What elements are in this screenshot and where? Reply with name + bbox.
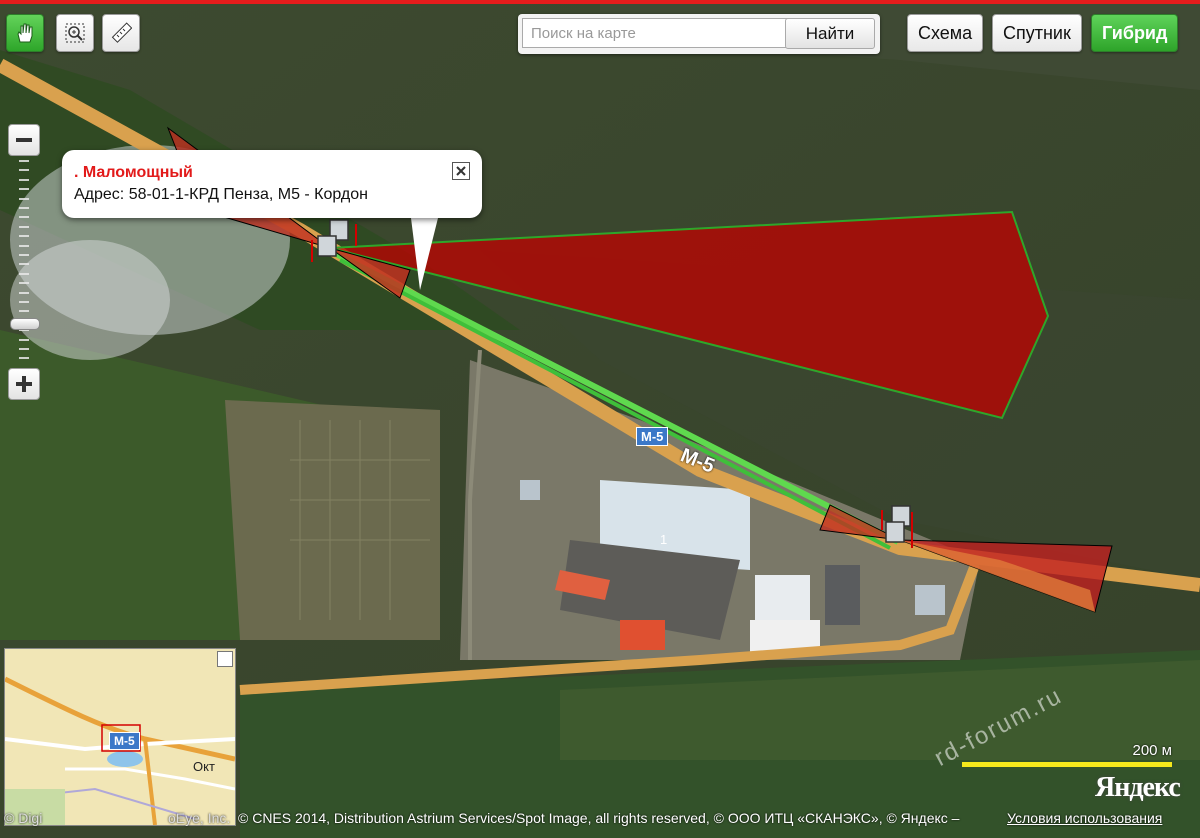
zoom-tick xyxy=(19,310,29,313)
balloon-title: . Маломощный xyxy=(74,164,193,181)
zoom-in-button[interactable] xyxy=(8,368,40,400)
zoom-thumb[interactable] xyxy=(10,317,40,330)
zoom-tick xyxy=(19,207,29,209)
minimap-road-sign: М-5 xyxy=(109,732,140,750)
zoom-tick xyxy=(19,301,29,303)
zoom-control xyxy=(8,120,40,402)
road-sign: М-5 xyxy=(636,427,669,446)
zoom-tick xyxy=(19,263,29,266)
zoom-tick xyxy=(19,357,29,360)
zoom-tick xyxy=(19,178,29,181)
yandex-logo: Яндекс xyxy=(1095,772,1181,803)
zoom-tick xyxy=(19,235,29,238)
layer-hybrid-button[interactable]: Гибрид xyxy=(1091,14,1179,52)
scale-line xyxy=(962,762,1172,767)
info-balloon: . Маломощный Адрес: 58-01-1-КРД Пенза, М… xyxy=(62,150,482,218)
hand-icon xyxy=(17,23,33,43)
search-button[interactable]: Найти xyxy=(785,18,875,49)
ruler-button[interactable] xyxy=(102,14,140,52)
overview-minimap[interactable]: М-5 Окт xyxy=(4,648,236,826)
minimap-place-label: Окт xyxy=(193,759,215,774)
zoom-select-icon xyxy=(65,23,85,43)
zoom-tick xyxy=(19,216,29,219)
balloon-address: Адрес: 58-01-1-КРД Пенза, М5 - Кордон xyxy=(74,186,368,203)
scale-label: 200 м xyxy=(1132,742,1172,759)
zoom-tick xyxy=(19,272,29,275)
zoom-select-button[interactable] xyxy=(56,14,94,52)
layer-satellite-button[interactable]: Спутник xyxy=(992,14,1082,52)
map-view[interactable]: М-5 М-5 1 Найти Схема Спутник Гибрид xyxy=(0,0,1200,838)
plus-icon xyxy=(16,376,32,392)
zoom-tick xyxy=(19,282,29,285)
zoom-tick xyxy=(19,225,29,228)
hand-tool-button[interactable] xyxy=(6,14,44,52)
zoom-slider[interactable] xyxy=(10,156,40,368)
copyright-text: © CNES 2014, Distribution Astrium Servic… xyxy=(238,810,960,826)
ruler-icon xyxy=(111,22,132,43)
zoom-out-button[interactable] xyxy=(8,124,40,156)
zoom-tick xyxy=(19,254,29,256)
zoom-tick xyxy=(19,197,29,200)
top-accent-line xyxy=(0,0,1200,4)
copyright-left: © Digi xyxy=(4,810,43,826)
zoom-tick xyxy=(19,244,29,247)
minus-icon xyxy=(16,138,32,142)
search-input[interactable] xyxy=(522,18,792,48)
zoom-tick xyxy=(19,291,29,294)
zoom-tick xyxy=(19,188,29,191)
close-icon[interactable] xyxy=(452,162,470,180)
copyright-left2: oEye, Inc. xyxy=(168,810,231,826)
minimap-toggle-button[interactable] xyxy=(217,651,233,667)
search-bar: Найти xyxy=(518,14,880,54)
scale-bar: 200 м xyxy=(962,742,1172,772)
zoom-tick xyxy=(19,169,29,172)
zoom-tick xyxy=(19,160,29,162)
layer-scheme-button[interactable]: Схема xyxy=(907,14,984,52)
zoom-tick xyxy=(19,348,29,350)
building-number: 1 xyxy=(660,532,668,547)
copyright-bar: © Digi oEye, Inc. © CNES 2014, Distribut… xyxy=(0,808,1200,832)
zoom-tick xyxy=(19,338,29,341)
terms-link[interactable]: Условия использования xyxy=(1007,810,1162,826)
